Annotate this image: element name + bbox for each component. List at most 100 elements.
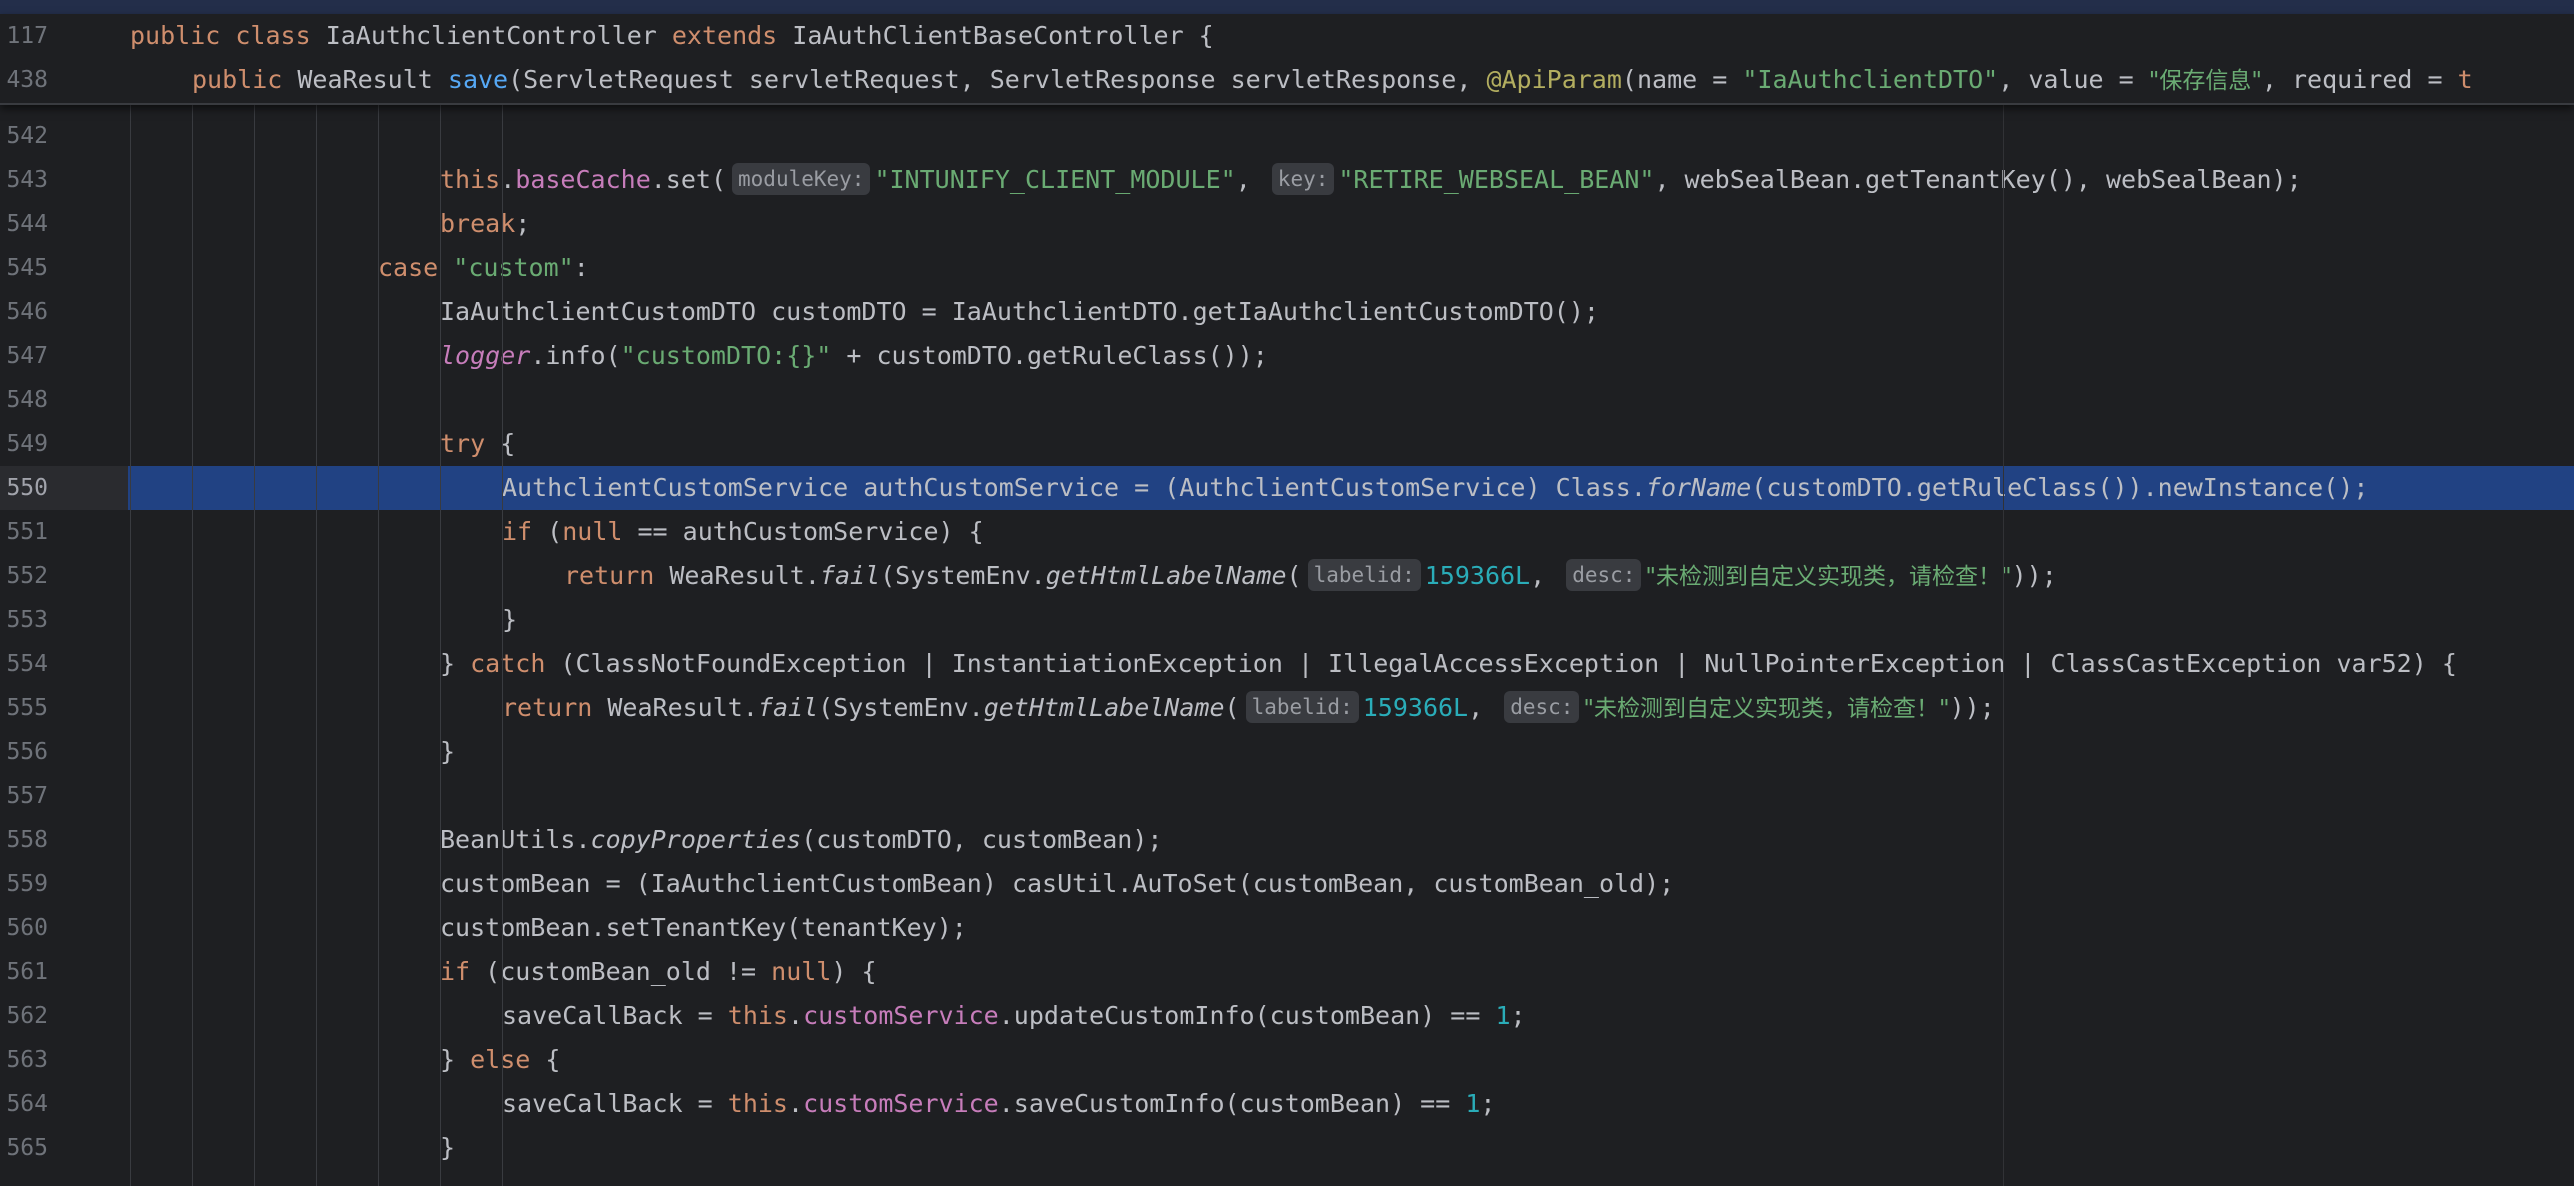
code-line[interactable]: 565} bbox=[0, 1126, 2574, 1170]
code-text[interactable]: try { bbox=[440, 422, 515, 466]
line-number[interactable]: 553 bbox=[0, 598, 48, 642]
code-line[interactable]: 551 if (null == authCustomService) { bbox=[0, 510, 2574, 554]
code-text[interactable]: BeanUtils.copyProperties(customDTO, cust… bbox=[440, 818, 1162, 862]
code-editor[interactable]: 542 543 this.baseCache.set(moduleKey: "INTU… bbox=[0, 102, 2574, 1186]
line-number[interactable]: 551 bbox=[0, 510, 48, 554]
code-text[interactable]: IaAuthclientCustomDTO customDTO = IaAuth… bbox=[440, 290, 1599, 334]
code-text[interactable]: } catch (ClassNotFoundException | Instan… bbox=[440, 642, 2457, 686]
line-number[interactable]: 555 bbox=[0, 686, 48, 730]
line-number[interactable]: 543 bbox=[0, 158, 48, 202]
code-token: "RETIRE_WEBSEAL_BEAN" bbox=[1338, 165, 1655, 194]
line-number[interactable]: 117 bbox=[0, 14, 48, 58]
code-text[interactable]: this.baseCache.set(moduleKey: "INTUNIFY_C… bbox=[440, 158, 2302, 202]
code-text[interactable]: public class IaAuthclientController exte… bbox=[130, 14, 1214, 58]
sticky-scroll-header[interactable]: 117 public class IaAuthclientController e… bbox=[0, 14, 2574, 105]
line-number[interactable]: 560 bbox=[0, 906, 48, 950]
code-text[interactable]: } else { bbox=[440, 1038, 560, 1082]
code-token: fail bbox=[819, 561, 881, 590]
code-line[interactable]: 555 return WeaResult.fail(SystemEnv.getHt… bbox=[0, 686, 2574, 730]
code-token: , bbox=[1468, 693, 1499, 722]
code-token: , bbox=[1235, 165, 1266, 194]
line-number[interactable]: 544 bbox=[0, 202, 48, 246]
code-text[interactable]: case "custom": bbox=[378, 246, 589, 290]
code-line[interactable]: 545 case "custom": bbox=[0, 246, 2574, 290]
code-text[interactable]: logger.info("customDTO:{}" + customDTO.g… bbox=[440, 334, 1268, 378]
code-token: WeaResult bbox=[282, 65, 448, 94]
code-token: "IaAuthclientDTO" bbox=[1742, 65, 1999, 94]
code-line[interactable]: 560 customBean.setTenantKey(tenantKey); bbox=[0, 906, 2574, 950]
param-hint: desc: bbox=[1504, 691, 1580, 723]
line-number[interactable]: 554 bbox=[0, 642, 48, 686]
code-token: saveCallBack = bbox=[502, 1089, 728, 1118]
code-token: .saveCustomInfo(customBean) == bbox=[998, 1089, 1466, 1118]
code-line[interactable]: 543 this.baseCache.set(moduleKey: "INTUNIF… bbox=[0, 158, 2574, 202]
code-line[interactable]: 554 } catch (ClassNotFoundException | Ins… bbox=[0, 642, 2574, 686]
code-text[interactable]: if (null == authCustomService) { bbox=[502, 510, 984, 554]
param-hint: labelid: bbox=[1245, 691, 1359, 723]
code-token: .info( bbox=[530, 341, 621, 370]
line-number[interactable]: 565 bbox=[0, 1126, 48, 1170]
code-line[interactable]: 542 bbox=[0, 114, 2574, 158]
code-token: .set( bbox=[650, 165, 727, 194]
code-line[interactable]: 564 saveCallBack = this.customService.sav… bbox=[0, 1082, 2574, 1126]
code-line[interactable]: 544 break; bbox=[0, 202, 2574, 246]
code-line[interactable]: 558 BeanUtils.copyProperties(customDTO, c… bbox=[0, 818, 2574, 862]
code-line[interactable]: 553} bbox=[0, 598, 2574, 642]
line-number[interactable]: 549 bbox=[0, 422, 48, 466]
line-number[interactable]: 548 bbox=[0, 378, 48, 422]
sticky-line[interactable]: 117 public class IaAuthclientController e… bbox=[0, 14, 2574, 58]
line-number[interactable]: 561 bbox=[0, 950, 48, 994]
code-line[interactable]: 562 saveCallBack = this.customService.upd… bbox=[0, 994, 2574, 1038]
line-number[interactable]: 563 bbox=[0, 1038, 48, 1082]
code-line[interactable]: 557 bbox=[0, 774, 2574, 818]
code-text[interactable]: AuthclientCustomService authCustomServic… bbox=[502, 466, 2368, 510]
code-token: "custom" bbox=[453, 253, 574, 282]
code-line[interactable]: 552 return WeaResult.fail(SystemEnv.getHt… bbox=[0, 554, 2574, 598]
code-text[interactable]: break; bbox=[440, 202, 530, 246]
code-token: (ServletRequest servletRequest, ServletR… bbox=[508, 65, 1487, 94]
code-line[interactable]: 550 AuthclientCustomService authCustomSer… bbox=[0, 466, 2574, 510]
line-number[interactable]: 562 bbox=[0, 994, 48, 1038]
code-text[interactable]: public WeaResult save(ServletRequest ser… bbox=[192, 58, 2473, 103]
line-number[interactable]: 557 bbox=[0, 774, 48, 818]
code-text[interactable]: return WeaResult.fail(SystemEnv.getHtmlL… bbox=[564, 554, 2057, 599]
code-line[interactable]: 549 try { bbox=[0, 422, 2574, 466]
line-number[interactable]: 542 bbox=[0, 114, 48, 158]
code-line[interactable]: 563 } else { bbox=[0, 1038, 2574, 1082]
line-number[interactable]: 556 bbox=[0, 730, 48, 774]
code-text[interactable]: customBean = (IaAuthclientCustomBean) ca… bbox=[440, 862, 1674, 906]
code-text[interactable]: return WeaResult.fail(SystemEnv.getHtmlL… bbox=[502, 686, 1995, 731]
code-token: this bbox=[727, 1001, 788, 1030]
indent-guide bbox=[130, 102, 131, 1186]
code-line[interactable]: 561 if (customBean_old != null) { bbox=[0, 950, 2574, 994]
code-token: customBean.setTenantKey(tenantKey); bbox=[440, 913, 967, 942]
code-text[interactable]: saveCallBack = this.customService.update… bbox=[502, 994, 1526, 1038]
line-number[interactable]: 546 bbox=[0, 290, 48, 334]
code-text[interactable]: customBean.setTenantKey(tenantKey); bbox=[440, 906, 967, 950]
line-number[interactable]: 545 bbox=[0, 246, 48, 290]
line-number[interactable]: 559 bbox=[0, 862, 48, 906]
line-number[interactable]: 547 bbox=[0, 334, 48, 378]
sticky-line[interactable]: 438 public WeaResult save(ServletRequest … bbox=[0, 58, 2574, 102]
line-number[interactable]: 552 bbox=[0, 554, 48, 598]
code-line[interactable]: 546 IaAuthclientCustomDTO customDTO = IaA… bbox=[0, 290, 2574, 334]
code-text[interactable]: saveCallBack = this.customService.saveCu… bbox=[502, 1082, 1495, 1126]
code-text[interactable]: } bbox=[502, 598, 517, 642]
line-number[interactable]: 558 bbox=[0, 818, 48, 862]
code-token: fail bbox=[757, 693, 819, 722]
code-token: customService bbox=[803, 1001, 999, 1030]
code-token: { bbox=[530, 1045, 561, 1074]
code-text[interactable]: if (customBean_old != null) { bbox=[440, 950, 877, 994]
code-text[interactable]: } bbox=[440, 1126, 455, 1170]
line-number[interactable]: 438 bbox=[0, 58, 48, 102]
param-hint: key: bbox=[1271, 163, 1335, 195]
code-line[interactable]: 556} bbox=[0, 730, 2574, 774]
code-token: case bbox=[378, 253, 439, 282]
line-number[interactable]: 550 bbox=[0, 466, 48, 510]
code-line[interactable]: 548 bbox=[0, 378, 2574, 422]
code-line[interactable]: 547 logger.info("customDTO:{}" + customDT… bbox=[0, 334, 2574, 378]
line-number[interactable]: 564 bbox=[0, 1082, 48, 1126]
code-line[interactable]: 559 customBean = (IaAuthclientCustomBean)… bbox=[0, 862, 2574, 906]
code-token: getHtmlLabelName bbox=[1045, 561, 1287, 590]
code-text[interactable]: } bbox=[440, 730, 455, 774]
